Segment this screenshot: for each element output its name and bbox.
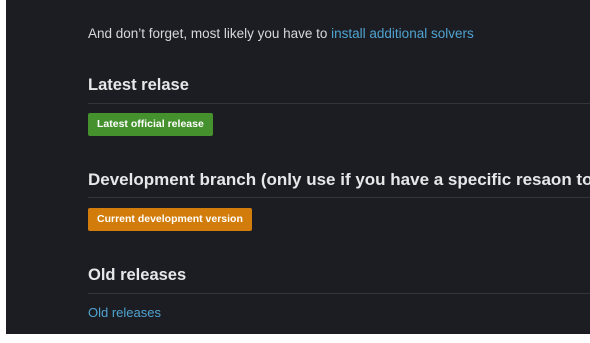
latest-release-heading: Latest relase: [88, 76, 189, 94]
development-branch-heading: Development branch (only use if you have…: [88, 170, 590, 189]
old-releases-heading: Old releases: [88, 266, 187, 284]
content-frame: And don’t forget, most likely you have t…: [6, 0, 590, 334]
divider: [88, 293, 590, 294]
intro-paragraph: And don’t forget, most likely you have t…: [88, 26, 474, 41]
latest-release-button[interactable]: Latest official release: [88, 113, 213, 136]
intro-text: And don’t forget, most likely you have t…: [88, 26, 332, 41]
old-releases-link[interactable]: Old releases: [88, 305, 161, 320]
divider: [88, 197, 590, 198]
development-version-button[interactable]: Current development version: [88, 208, 252, 231]
clipped-text-line: [90, 0, 570, 5]
install-solvers-link[interactable]: install additional solvers: [331, 26, 474, 41]
divider: [88, 103, 590, 104]
